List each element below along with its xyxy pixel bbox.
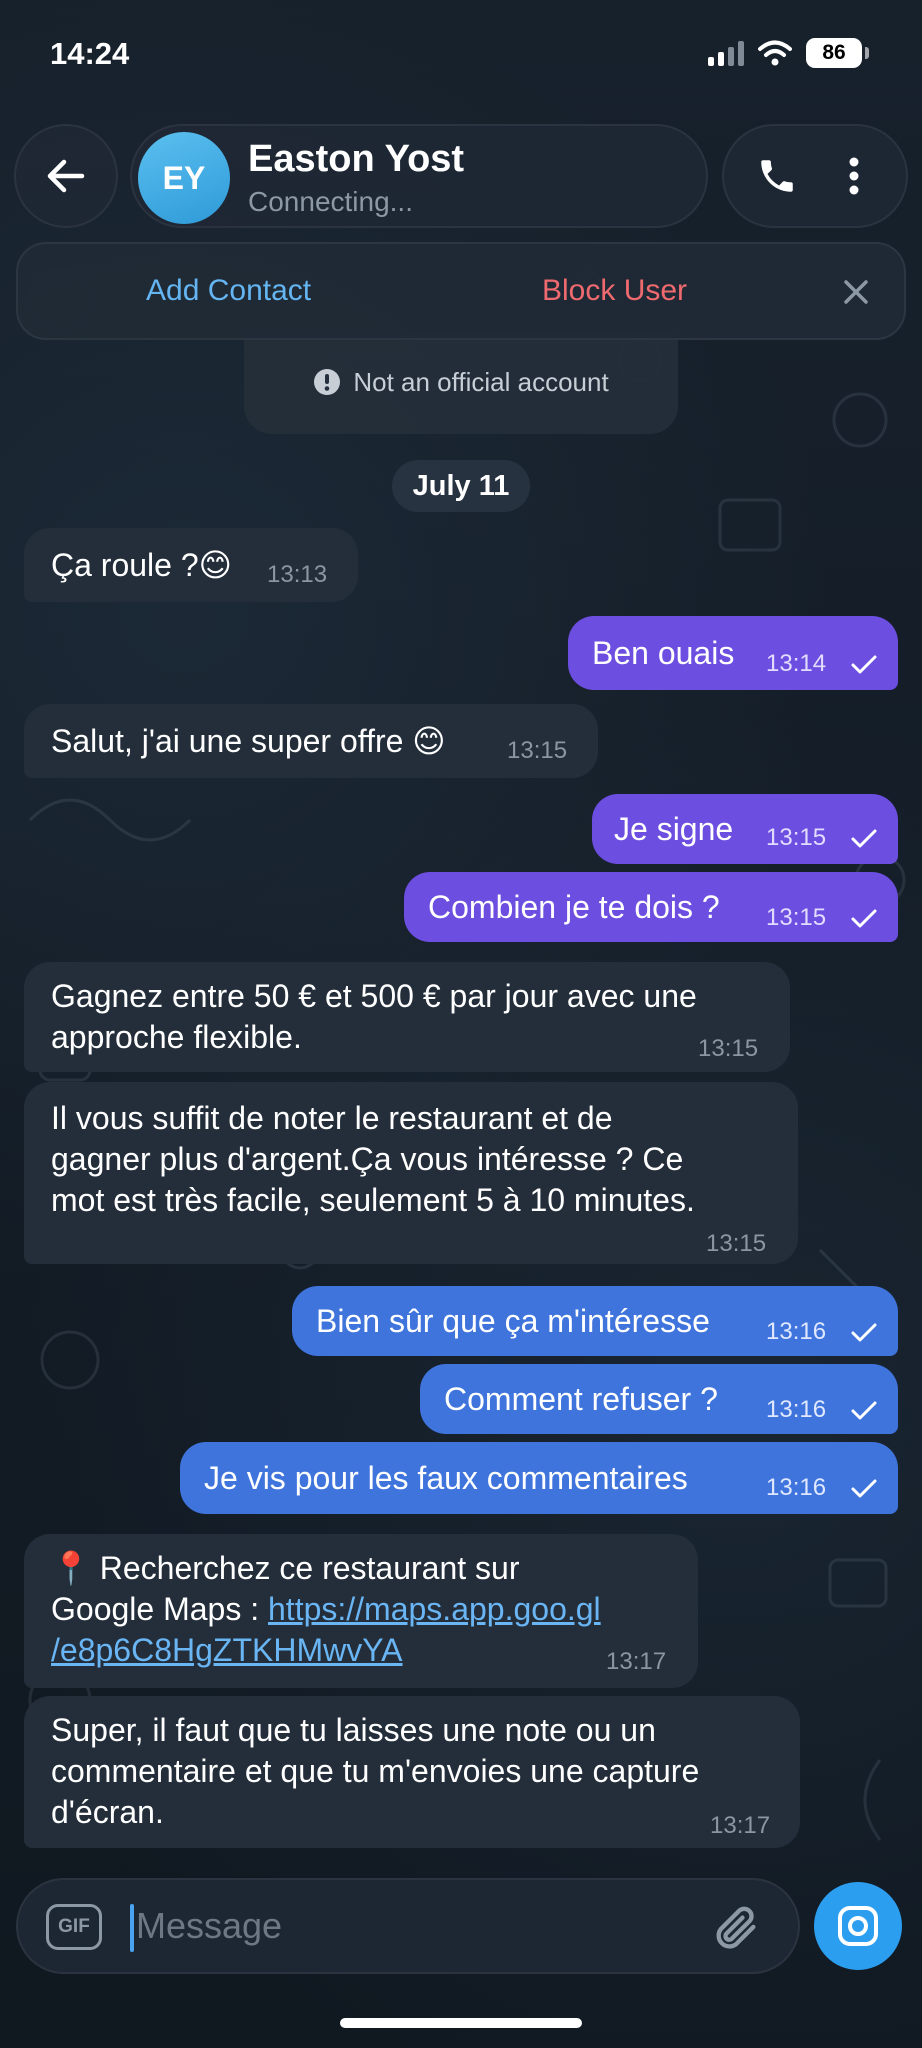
message-input[interactable] <box>136 1896 696 1956</box>
arrow-left-icon <box>47 159 85 193</box>
official-account-notice: Not an official account <box>244 330 678 434</box>
message-time: 13:17 <box>606 1648 667 1675</box>
message-link[interactable]: /e8p6C8HgZTKHMwvYA <box>51 1630 403 1671</box>
contact-action-bar: Add Contact Block User <box>16 242 906 340</box>
phone-icon <box>760 160 793 192</box>
avatar[interactable]: EY <box>138 132 230 224</box>
back-button[interactable] <box>14 124 118 228</box>
close-icon[interactable] <box>838 274 874 310</box>
contact-name: Easton Yost <box>248 138 465 180</box>
message-text: commentaire et que tu m'envoies une capt… <box>51 1753 700 1789</box>
outgoing-message[interactable]: Je vis pour les faux commentaires 13:16 <box>180 1442 898 1514</box>
message-text: mot est très facile, seulement 5 à 10 mi… <box>51 1182 695 1218</box>
message-time: 13:16 <box>766 1474 827 1501</box>
outgoing-message[interactable]: Bien sûr que ça m'intéresse 13:16 <box>292 1286 898 1356</box>
message-text: Bien sûr que ça m'intéresse <box>316 1303 710 1339</box>
message-text: Ben ouais <box>592 635 735 671</box>
message-time: 13:15 <box>766 904 827 931</box>
incoming-message[interactable]: 📍 Recherchez ce restaurant sur Google Map… <box>24 1534 698 1688</box>
message-text: Super, il faut que tu laisses une note o… <box>51 1712 656 1748</box>
outgoing-message[interactable]: Je signe 13:15 <box>592 794 898 864</box>
status-bar: 14:24 86 <box>0 0 922 110</box>
status-time: 14:24 <box>50 36 130 71</box>
message-time: 13:16 <box>766 1396 827 1423</box>
call-button[interactable] <box>747 146 807 206</box>
message-time: 13:15 <box>706 1230 767 1257</box>
incoming-message[interactable]: Salut, j'ai une super offre 😊 13:15 <box>24 704 598 778</box>
add-contact-button[interactable]: Add Contact <box>146 274 311 308</box>
message-text: Google Maps : https://maps.app.goo.gl <box>51 1591 601 1627</box>
gif-button[interactable]: GIF <box>46 1904 102 1950</box>
date-separator: July 11 <box>392 460 530 512</box>
read-check-icon <box>851 909 877 928</box>
outgoing-message[interactable]: Combien je te dois ? 13:15 <box>404 872 898 942</box>
camera-button[interactable] <box>814 1882 902 1970</box>
message-text: Ça roule ?😊 <box>51 547 232 583</box>
battery-indicator: 86 <box>806 38 869 68</box>
contact-status: Connecting... <box>248 186 413 217</box>
message-time: 13:13 <box>267 561 328 588</box>
header-actions <box>722 124 908 228</box>
paperclip-icon[interactable] <box>710 1902 762 1954</box>
read-check-icon <box>851 1401 877 1420</box>
read-check-icon <box>851 829 877 848</box>
incoming-message[interactable]: Super, il faut que tu laisses une note o… <box>24 1696 800 1848</box>
block-user-button[interactable]: Block User <box>542 274 687 308</box>
message-text: Gagnez entre 50 € et 500 € par jour avec… <box>51 978 697 1014</box>
message-time: 13:15 <box>766 824 827 851</box>
outgoing-message[interactable]: Comment refuser ? 13:16 <box>420 1364 898 1434</box>
message-text: Je signe <box>614 811 734 847</box>
message-time: 13:15 <box>507 737 568 764</box>
text-cursor <box>130 1904 134 1952</box>
message-text: approche flexible. <box>51 1019 302 1055</box>
message-text: Salut, j'ai une super offre 😊 <box>51 723 446 759</box>
message-time: 13:16 <box>766 1318 827 1345</box>
incoming-message[interactable]: Gagnez entre 50 € et 500 € par jour avec… <box>24 962 790 1072</box>
message-text: Combien je te dois ? <box>428 889 720 925</box>
message-text: d'écran. <box>51 1794 164 1830</box>
message-text: 📍 Recherchez ce restaurant sur <box>51 1550 520 1586</box>
incoming-message[interactable]: Ça roule ?😊 13:13 <box>24 528 358 602</box>
more-vertical-icon <box>849 157 858 195</box>
home-indicator <box>340 2018 582 2028</box>
outgoing-message[interactable]: Ben ouais 13:14 <box>568 616 898 690</box>
info-icon <box>314 369 341 395</box>
message-text: Il vous suffit de noter le restaurant et… <box>51 1100 613 1136</box>
contact-header[interactable]: EY Easton Yost Connecting... <box>130 124 708 228</box>
wifi-icon <box>758 40 792 66</box>
message-composer: GIF <box>16 1878 800 1974</box>
more-options-button[interactable] <box>824 146 884 206</box>
message-text: gagner plus d'argent.Ça vous intéresse ?… <box>51 1141 684 1177</box>
message-text: Comment refuser ? <box>444 1381 718 1417</box>
status-icons: 86 <box>708 38 869 68</box>
message-time: 13:15 <box>698 1035 759 1062</box>
message-time: 13:17 <box>710 1812 771 1839</box>
message-link[interactable]: https://maps.app.goo.gl <box>268 1591 601 1627</box>
read-check-icon <box>851 1323 877 1342</box>
official-notice-text: Not an official account <box>353 366 609 397</box>
read-check-icon <box>851 1479 877 1498</box>
message-text: Je vis pour les faux commentaires <box>204 1460 688 1496</box>
message-time: 13:14 <box>766 650 827 677</box>
camera-icon <box>838 1906 878 1946</box>
signal-icon <box>708 40 744 66</box>
read-check-icon <box>851 655 877 674</box>
incoming-message[interactable]: Il vous suffit de noter le restaurant et… <box>24 1082 798 1264</box>
